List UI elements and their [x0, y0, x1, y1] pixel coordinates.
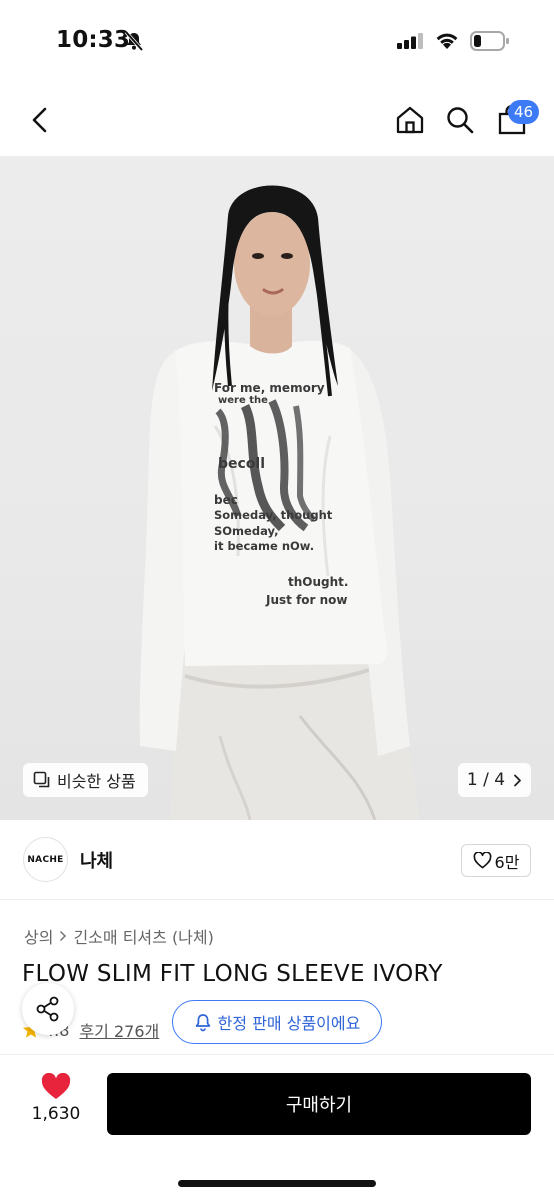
brand-like-count: 6만 — [494, 852, 520, 872]
brand-row: NACHE 나체 6만 — [0, 820, 554, 900]
product-title: FLOW SLIM FIT LONG SLEEVE IVORY — [22, 961, 443, 987]
share-icon — [36, 996, 59, 1022]
buy-button[interactable]: 구매하기 — [107, 1073, 531, 1135]
print-line-6: SOmeday, — [214, 524, 279, 538]
print-line-5: Someday, thought — [214, 508, 333, 522]
bell-off-icon — [123, 30, 145, 56]
print-line-8: thOught. — [288, 575, 349, 589]
chevron-right-icon — [514, 774, 521, 786]
breadcrumb-subcategory[interactable]: 긴소매 티셔츠 (나체) — [73, 924, 213, 948]
model-illustration — [139, 185, 420, 820]
print-line-9: Just for now — [266, 593, 348, 607]
brand-name[interactable]: 나체 — [80, 847, 113, 873]
similar-products-button[interactable]: 비슷한 상품 — [23, 763, 148, 797]
print-line-4: bec — [214, 493, 238, 507]
bottom-action-bar: 1,630 구매하기 — [0, 1055, 554, 1200]
wishlist-button[interactable]: 1,630 — [24, 1073, 88, 1124]
breadcrumb: 상의 긴소매 티셔츠 (나체) — [24, 924, 214, 948]
heart-filled-icon — [41, 1073, 71, 1099]
print-line-7: it became nOw. — [214, 539, 315, 553]
status-bar: 10:33 — [0, 0, 554, 84]
product-image[interactable]: For me, memory were the becoll bec Somed… — [0, 156, 554, 820]
limited-sale-label: 한정 판매 상품이에요 — [217, 1014, 361, 1033]
print-line-3: becoll — [218, 456, 266, 472]
print-line-2: were the — [218, 395, 268, 406]
chevron-left-icon — [32, 107, 47, 133]
print-line-1: For me, memory — [214, 381, 325, 395]
search-button[interactable] — [442, 102, 478, 138]
battery-icon — [470, 30, 510, 56]
back-button[interactable] — [22, 102, 58, 138]
copy-icon — [33, 771, 50, 788]
brand-like-button[interactable]: 6만 — [461, 844, 531, 877]
page-total: 4 — [494, 770, 506, 790]
share-button[interactable] — [22, 983, 74, 1035]
brand-logo[interactable]: NACHE — [23, 837, 68, 882]
page-current: 1 — [466, 770, 478, 790]
home-indicator — [178, 1180, 376, 1187]
bell-icon — [195, 1013, 210, 1031]
similar-products-label: 비슷한 상품 — [57, 772, 136, 791]
wifi-icon — [434, 30, 460, 54]
nav-bar — [0, 84, 554, 156]
page-separator: / — [483, 770, 489, 790]
status-time: 10:33 — [56, 27, 131, 53]
home-icon — [396, 106, 424, 134]
heart-outline-icon — [473, 852, 491, 869]
chevron-right-icon — [60, 930, 67, 942]
signal-icon — [397, 33, 425, 53]
cart-count-badge: 46 — [508, 100, 540, 124]
image-page-indicator[interactable]: 1 / 4 — [458, 763, 531, 797]
limited-sale-badge[interactable]: 한정 판매 상품이에요 — [172, 1000, 382, 1044]
wishlist-count: 1,630 — [31, 1104, 81, 1124]
home-button[interactable] — [392, 102, 428, 138]
search-icon — [447, 107, 474, 134]
review-link[interactable]: 후기 276개 — [79, 1018, 159, 1042]
breadcrumb-category[interactable]: 상의 — [24, 924, 53, 948]
